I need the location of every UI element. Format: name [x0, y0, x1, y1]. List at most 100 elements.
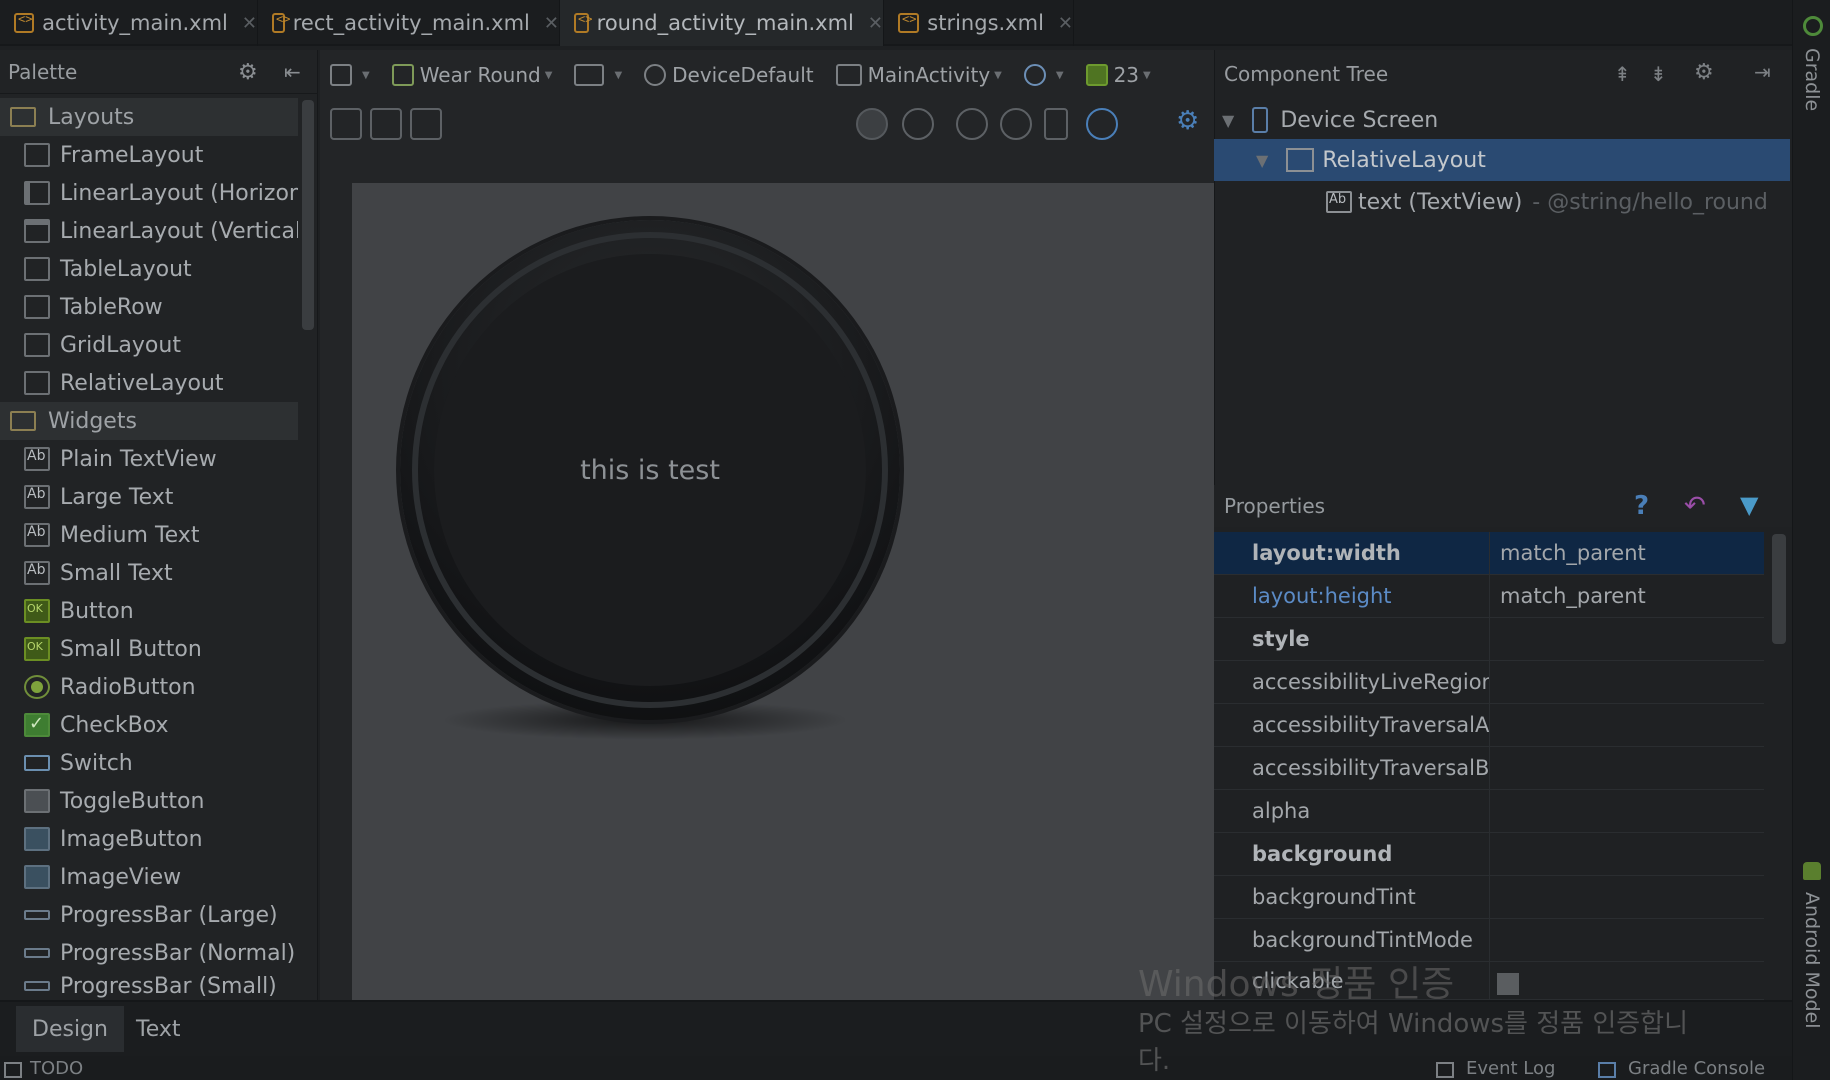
help-icon[interactable]: ?	[1634, 491, 1649, 521]
palette-item[interactable]: Button	[0, 592, 298, 630]
properties-header: Properties ? ↶ ▼	[1214, 485, 1792, 527]
properties-scrollbar[interactable]	[1772, 534, 1786, 644]
palette-item-label: GridLayout	[60, 332, 181, 358]
settings-gear-icon[interactable]: ⚙	[1176, 106, 1199, 136]
palette-item[interactable]: ToggleButton	[0, 782, 298, 820]
gradle-side-tab[interactable]: Gradle	[1801, 48, 1823, 111]
tab-design[interactable]: Design	[16, 1006, 124, 1052]
palette-item[interactable]: RadioButton	[0, 668, 298, 706]
filter-icon[interactable]: ▼	[1740, 491, 1758, 519]
xml-file-icon	[574, 12, 592, 33]
palette-item[interactable]: Small Button	[0, 630, 298, 668]
palette-item[interactable]: Medium Text	[0, 516, 298, 554]
api-level-selector[interactable]: 23 ▼	[1085, 63, 1151, 87]
screenshot-icon[interactable]	[1044, 108, 1068, 140]
gradle-console-button[interactable]: Gradle Console	[1628, 1058, 1765, 1079]
property-row[interactable]: accessibilityTraversalBefore	[1214, 747, 1764, 790]
gradle-sync-icon[interactable]	[1803, 16, 1823, 36]
design-toolbar: ▼ Wear Round ▼ ▼ DeviceDefault MainActivi…	[320, 50, 1214, 100]
gear-icon[interactable]: ⚙	[1694, 60, 1714, 85]
palette-item[interactable]: LinearLayout (Vertical)	[0, 212, 298, 250]
palette-item[interactable]: ProgressBar (Normal)	[0, 934, 298, 972]
property-row[interactable]: layout:width match_parent	[1214, 532, 1764, 575]
palette-item[interactable]: TableRow	[0, 288, 298, 326]
palette-item[interactable]: FrameLayout	[0, 136, 298, 174]
zoom-out-icon[interactable]	[1000, 108, 1032, 140]
orientation-button[interactable]: ▼	[574, 64, 622, 86]
preview-textview[interactable]: this is test	[580, 455, 720, 486]
palette-item[interactable]: ProgressBar (Small)	[0, 972, 298, 1000]
tab-round-activity-main[interactable]: round_activity_main.xml ✕	[560, 0, 884, 46]
palette-item[interactable]: ImageButton	[0, 820, 298, 858]
theme-label: DeviceDefault	[672, 63, 814, 87]
clickable-checkbox[interactable]	[1497, 973, 1519, 995]
watch-device-icon	[391, 64, 414, 86]
expand-triangle-icon[interactable]: ▼	[1256, 151, 1268, 170]
close-icon[interactable]: ✕	[1058, 13, 1073, 34]
hide-panel-icon[interactable]: ⇥	[1754, 60, 1771, 84]
actual-size-icon[interactable]	[902, 108, 934, 140]
palette-item[interactable]: ProgressBar (Large)	[0, 896, 298, 934]
close-icon[interactable]: ✕	[544, 13, 559, 34]
tree-item-textview[interactable]: text (TextView) - @string/hello_round	[1326, 182, 1768, 222]
activity-selector[interactable]: MainActivity ▼	[835, 63, 1002, 87]
property-row[interactable]: style	[1214, 618, 1764, 661]
palette-item[interactable]: Switch	[0, 744, 298, 782]
property-row[interactable]: alpha	[1214, 790, 1764, 833]
close-icon[interactable]: ✕	[868, 13, 883, 34]
property-row[interactable]: background	[1214, 833, 1764, 876]
expand-horizontal-icon[interactable]	[370, 108, 402, 140]
palette-item[interactable]: Large Text	[0, 478, 298, 516]
switch-icon	[24, 755, 50, 771]
locale-selector[interactable]: ▼	[1023, 64, 1064, 86]
palette-item[interactable]: TableLayout	[0, 250, 298, 288]
zoom-in-icon[interactable]	[956, 108, 988, 140]
collapse-all-icon[interactable]: ⇟	[1650, 62, 1667, 86]
gear-icon[interactable]: ⚙	[238, 60, 258, 85]
android-model-side-tab[interactable]: Android Model	[1801, 892, 1823, 1029]
property-name: accessibilityTraversalAfter	[1252, 713, 1489, 737]
property-row[interactable]: layout:height match_parent	[1214, 575, 1764, 618]
toggle-button-icon	[24, 789, 50, 813]
tab-strings[interactable]: strings.xml ✕	[884, 0, 1074, 46]
undo-icon[interactable]: ↶	[1684, 491, 1706, 521]
tree-item-device-screen[interactable]: ▼ Device Screen	[1222, 100, 1438, 140]
palette-group-widgets[interactable]: Widgets	[0, 402, 298, 440]
tree-item-relativelayout[interactable]: ▼ RelativeLayout	[1256, 140, 1486, 180]
refresh-icon[interactable]	[1086, 108, 1118, 140]
palette-item-label: Small Button	[60, 636, 202, 662]
fit-screen-icon[interactable]	[330, 108, 362, 140]
device-selector[interactable]: Wear Round ▼	[391, 63, 552, 87]
palette-item[interactable]: ImageView	[0, 858, 298, 896]
close-icon[interactable]: ✕	[242, 13, 257, 34]
tab-text[interactable]: Text	[120, 1006, 197, 1052]
device-frame-icon	[330, 64, 352, 86]
property-row[interactable]: backgroundTint	[1214, 876, 1764, 919]
expand-all-icon[interactable]: ⇞	[1614, 62, 1631, 86]
tab-activity-main[interactable]: activity_main.xml ✕	[0, 0, 258, 46]
expand-triangle-icon[interactable]: ▼	[1222, 111, 1234, 130]
expand-vertical-icon[interactable]	[410, 108, 442, 140]
palette-item[interactable]: CheckBox	[0, 706, 298, 744]
palette-item[interactable]: LinearLayout (Horizontal)	[0, 174, 298, 212]
tab-rect-activity-main[interactable]: rect_activity_main.xml ✕	[258, 0, 560, 46]
hide-panel-icon[interactable]: ⇤	[284, 60, 301, 84]
property-value[interactable]: match_parent	[1490, 584, 1646, 608]
palette-item[interactable]: GridLayout	[0, 326, 298, 364]
palette-item[interactable]: Small Text	[0, 554, 298, 592]
device-frame-button[interactable]: ▼	[330, 64, 370, 86]
palette-scrollbar[interactable]	[302, 100, 314, 330]
palette-item[interactable]: Plain TextView	[0, 440, 298, 478]
theme-selector[interactable]: DeviceDefault	[644, 63, 814, 87]
event-log-button[interactable]: Event Log	[1466, 1058, 1555, 1079]
palette-item-label: Switch	[60, 750, 133, 776]
property-row[interactable]: accessibilityLiveRegion	[1214, 661, 1764, 704]
watch-screen[interactable]: this is test	[434, 254, 866, 686]
todo-tool-button[interactable]: TODO	[30, 1058, 83, 1079]
textview-icon	[1326, 191, 1352, 213]
palette-group-layouts[interactable]: Layouts	[0, 98, 298, 136]
property-row[interactable]: accessibilityTraversalAfter	[1214, 704, 1764, 747]
property-value[interactable]: match_parent	[1490, 541, 1646, 565]
zoom-to-fit-icon[interactable]	[856, 108, 888, 140]
palette-item[interactable]: RelativeLayout	[0, 364, 298, 402]
